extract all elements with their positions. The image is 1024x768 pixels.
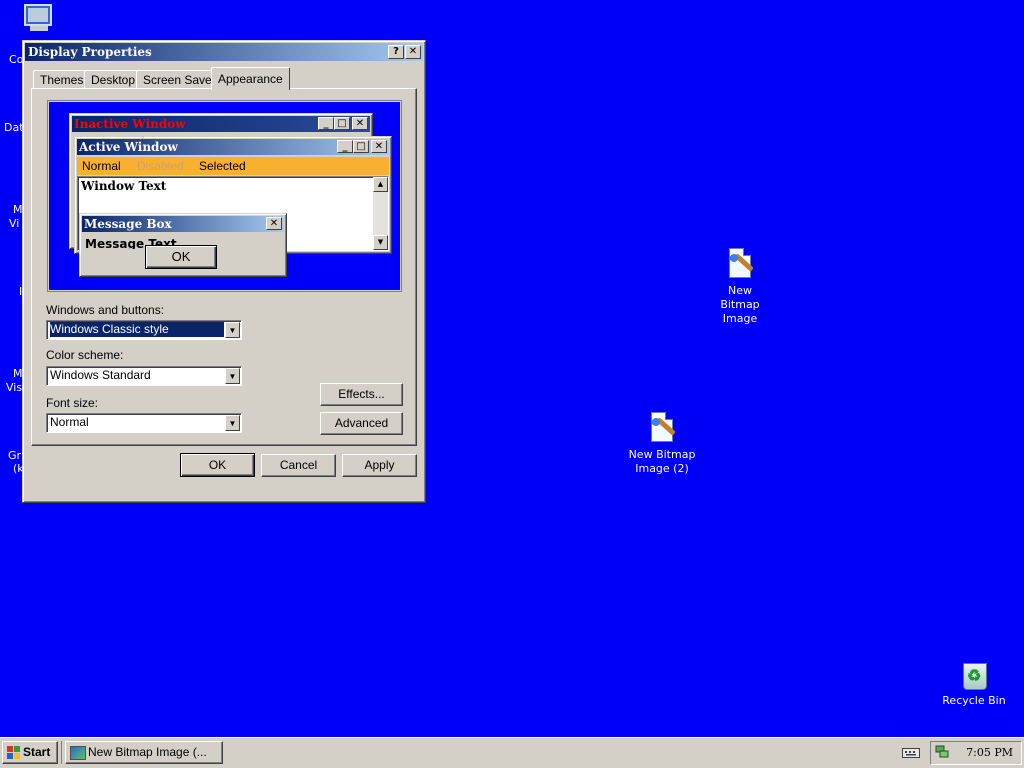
minimize-icon: _: [337, 140, 353, 153]
cancel-button[interactable]: Cancel: [261, 454, 336, 477]
scroll-up-icon: ▲: [373, 177, 388, 192]
preview-ok-button: OK: [145, 245, 217, 269]
apply-button[interactable]: Apply: [342, 454, 417, 477]
appearance-preview: Inactive Window _ □ ✕ Active Window _ □ …: [48, 101, 401, 291]
close-button[interactable]: ✕: [405, 45, 421, 59]
tab-appearance[interactable]: Appearance: [211, 67, 290, 90]
preview-message-box: Message Box ✕ Message Text OK: [79, 213, 287, 277]
chevron-down-icon[interactable]: ▼: [225, 322, 240, 338]
font-size-label: Font size:: [46, 396, 99, 410]
ok-button[interactable]: OK: [180, 453, 255, 477]
windows-buttons-select[interactable]: Windows Classic style ▼: [46, 320, 242, 340]
recycle-bin-icon: ♻: [958, 658, 990, 690]
close-icon: ✕: [266, 217, 282, 230]
windows-buttons-label: Windows and buttons:: [46, 303, 165, 317]
preview-msgbox-title: Message Box: [84, 217, 172, 231]
minimize-icon: _: [318, 117, 334, 130]
help-button[interactable]: ?: [388, 45, 404, 59]
color-scheme-value: Windows Standard: [50, 368, 151, 382]
desktop-icon-recycle-bin[interactable]: ♻ Recycle Bin: [934, 658, 1014, 708]
windows-buttons-value: Windows Classic style: [50, 322, 224, 337]
desktop-icon-label: New Bitmap Image: [720, 284, 760, 325]
preview-msgbox-titlebar: Message Box ✕: [82, 216, 284, 232]
close-icon: ✕: [408, 46, 418, 57]
system-tray: 7:05 PM: [930, 741, 1022, 765]
network-icon[interactable]: [935, 745, 949, 759]
desktop-label-cut: Vis: [6, 381, 23, 394]
preview-menu-normal: Normal: [82, 159, 121, 173]
preview-menu-disabled: Disabled: [137, 159, 184, 173]
preview-menu-selected: Selected: [199, 159, 246, 173]
help-icon: ?: [393, 46, 399, 57]
tab-screen-saver[interactable]: Screen Saver: [136, 70, 223, 89]
advanced-button[interactable]: Advanced: [320, 412, 403, 435]
taskbar-task-label: New Bitmap Image (...: [88, 745, 207, 759]
start-label: Start: [23, 745, 51, 759]
paint-app-icon: [70, 746, 86, 760]
keyboard-icon[interactable]: [902, 746, 920, 758]
preview-active-titlebar: Active Window _ □ ✕: [77, 139, 389, 155]
effects-button[interactable]: Effects...: [320, 383, 403, 406]
preview-scrollbar: ▲ ▼: [373, 177, 388, 250]
desktop-icon-new-bitmap-2[interactable]: New Bitmap Image (2): [622, 412, 702, 476]
dialog-title: Display Properties: [28, 45, 152, 59]
bitmap-paint-icon: [725, 248, 755, 280]
taskbar-task-new-bitmap[interactable]: New Bitmap Image (...: [65, 741, 223, 764]
chevron-down-icon[interactable]: ▼: [225, 368, 240, 384]
tab-themes[interactable]: Themes: [33, 70, 91, 89]
chevron-down-icon[interactable]: ▼: [225, 415, 240, 431]
preview-window-text: Window Text: [81, 179, 167, 193]
clock[interactable]: 7:05 PM: [966, 746, 1013, 759]
color-scheme-select[interactable]: Windows Standard ▼: [46, 366, 242, 386]
my-computer-icon[interactable]: [22, 4, 56, 34]
preview-menu-bar: Normal Disabled Selected: [77, 157, 389, 175]
desktop-icon-label: Recycle Bin: [942, 694, 1006, 707]
preview-inactive-titlebar: Inactive Window _ □ ✕: [72, 116, 370, 132]
font-size-value: Normal: [50, 415, 89, 429]
color-scheme-label: Color scheme:: [46, 348, 124, 362]
desktop-label-cut: Dat: [4, 121, 24, 134]
font-size-select[interactable]: Normal ▼: [46, 413, 242, 433]
desktop-label-cut: Gr: [8, 449, 22, 462]
close-icon: ✕: [352, 117, 368, 130]
start-button[interactable]: Start: [2, 741, 58, 764]
preview-active-title: Active Window: [79, 140, 178, 154]
preview-inactive-title: Inactive Window: [74, 117, 186, 131]
tab-desktop[interactable]: Desktop: [84, 70, 143, 89]
dialog-titlebar[interactable]: Display Properties ? ✕: [25, 43, 423, 61]
taskbar: Start New Bitmap Image (... 7:05 PM: [0, 737, 1024, 768]
desktop-icon-new-bitmap[interactable]: New Bitmap Image: [700, 248, 780, 326]
desktop-icon-label: New Bitmap Image (2): [628, 448, 696, 475]
desktop-label-cut: Vi: [9, 217, 20, 230]
bitmap-paint-icon: [647, 412, 677, 444]
maximize-icon: □: [353, 140, 369, 153]
scroll-down-icon: ▼: [373, 235, 388, 250]
windows-logo-icon: [7, 746, 20, 759]
close-icon: ✕: [371, 140, 387, 153]
maximize-icon: □: [334, 117, 350, 130]
